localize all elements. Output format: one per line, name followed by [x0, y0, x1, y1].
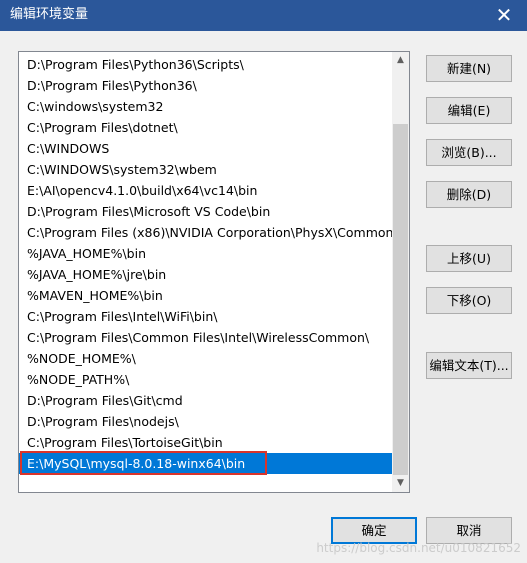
title-bar: 编辑环境变量 ✕ — [0, 0, 527, 31]
cancel-button[interactable]: 取消 — [426, 517, 512, 544]
path-list-item[interactable]: D:\Program Files\Python36\Scripts\ — [19, 54, 392, 75]
scroll-up-icon[interactable]: ▲ — [392, 52, 409, 69]
vertical-scrollbar[interactable]: ▲ ▼ — [392, 52, 409, 492]
edit-button[interactable]: 编辑(E) — [426, 97, 512, 124]
path-list-item[interactable]: C:\Program Files (x86)\NVIDIA Corporatio… — [19, 222, 392, 243]
dialog-title: 编辑环境变量 — [10, 7, 89, 22]
new-button[interactable]: 新建(N) — [426, 55, 512, 82]
path-list-item[interactable]: C:\WINDOWS\system32\wbem — [19, 159, 392, 180]
scrollbar-thumb[interactable] — [393, 124, 408, 475]
browse-button[interactable]: 浏览(B)... — [426, 139, 512, 166]
path-list-item[interactable]: D:\Program Files\nodejs\ — [19, 411, 392, 432]
path-list-item[interactable]: E:\AI\opencv4.1.0\build\x64\vc14\bin — [19, 180, 392, 201]
path-list-item[interactable]: C:\Program Files\TortoiseGit\bin — [19, 432, 392, 453]
ok-button[interactable]: 确定 — [331, 517, 417, 544]
path-list-item[interactable]: E:\MySQL\mysql-8.0.18-winx64\bin — [19, 453, 392, 474]
path-list-item[interactable]: %JAVA_HOME%\bin — [19, 243, 392, 264]
path-list-item[interactable]: C:\windows\system32 — [19, 96, 392, 117]
edit-env-var-dialog: 编辑环境变量 ✕ D:\Program Files\Python36\Scrip… — [0, 0, 527, 563]
path-listbox[interactable]: D:\Program Files\Python36\Scripts\ D:\Pro… — [18, 51, 410, 493]
path-list-item[interactable]: C:\Program Files\dotnet\ — [19, 117, 392, 138]
path-list-item[interactable]: D:\Program Files\Git\cmd — [19, 390, 392, 411]
path-list-item[interactable]: D:\Program Files\Python36\ — [19, 75, 392, 96]
path-list: D:\Program Files\Python36\Scripts\ D:\Pro… — [19, 54, 392, 474]
path-list-item[interactable]: C:\Program Files\Common Files\Intel\Wire… — [19, 327, 392, 348]
path-list-item[interactable]: C:\Program Files\Intel\WiFi\bin\ — [19, 306, 392, 327]
delete-button[interactable]: 删除(D) — [426, 181, 512, 208]
move-up-button[interactable]: 上移(U) — [426, 245, 512, 272]
path-list-item[interactable]: %JAVA_HOME%\jre\bin — [19, 264, 392, 285]
path-list-item[interactable]: %NODE_PATH%\ — [19, 369, 392, 390]
path-list-item[interactable]: %NODE_HOME%\ — [19, 348, 392, 369]
path-list-item[interactable]: C:\WINDOWS — [19, 138, 392, 159]
path-list-item[interactable]: %MAVEN_HOME%\bin — [19, 285, 392, 306]
close-icon[interactable]: ✕ — [481, 0, 527, 31]
edit-text-button[interactable]: 编辑文本(T)... — [426, 352, 512, 379]
watermark-text: https://blog.csdn.net/u010821652 — [316, 541, 521, 555]
scroll-down-icon[interactable]: ▼ — [392, 475, 409, 492]
move-down-button[interactable]: 下移(O) — [426, 287, 512, 314]
path-list-item[interactable]: D:\Program Files\Microsoft VS Code\bin — [19, 201, 392, 222]
